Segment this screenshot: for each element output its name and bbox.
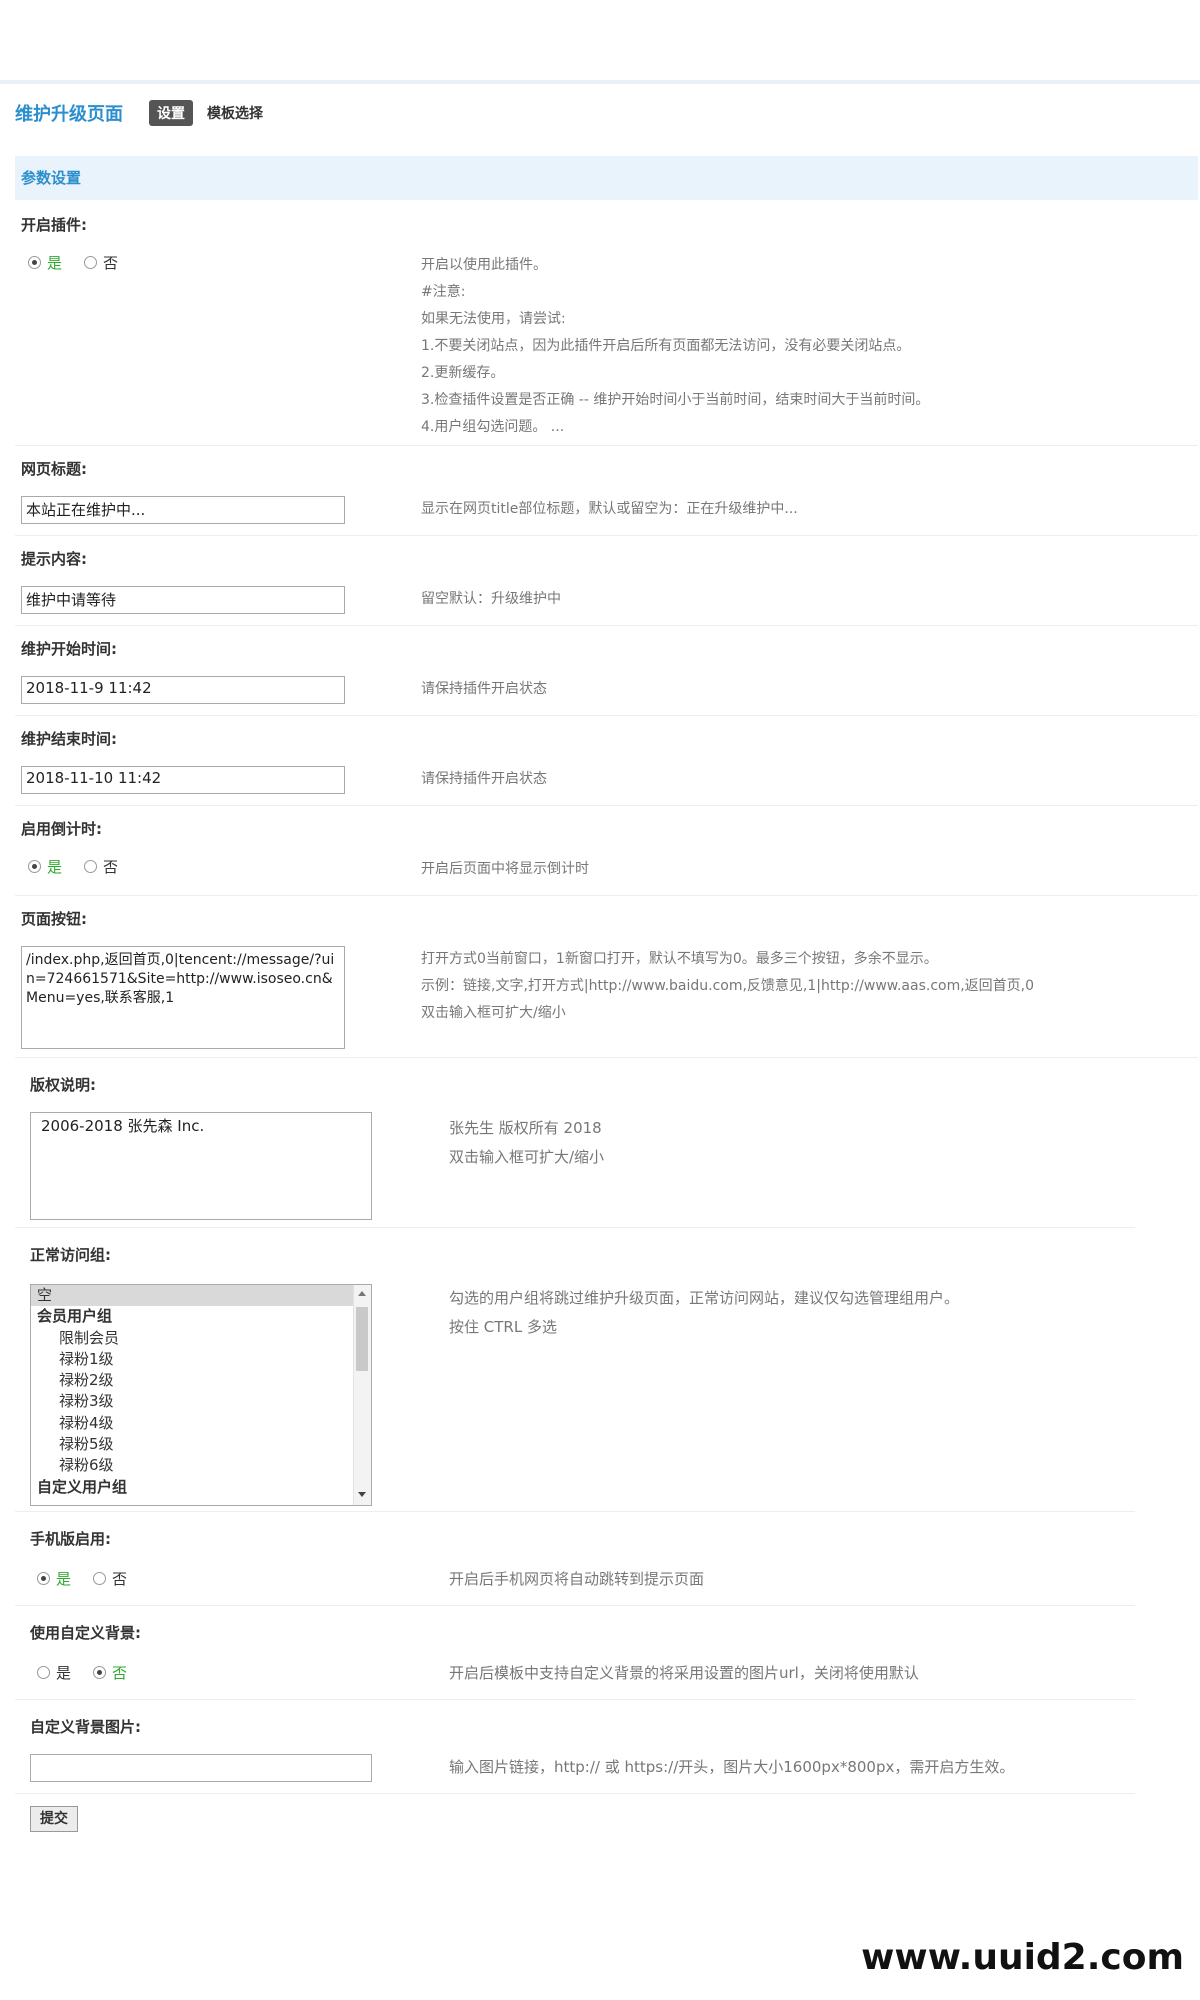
tab-template-select[interactable]: 模板选择 — [207, 103, 263, 123]
start-time-hint: 请保持插件开启状态 — [421, 681, 547, 697]
hint-line: 示例：链接,文字,打开方式|http://www.baidu.com,反馈意见,… — [421, 978, 1035, 994]
countdown-label: 启用倒计时: — [21, 820, 102, 838]
mobile-yes-radio[interactable] — [37, 1572, 50, 1585]
page-title-input[interactable]: 本站正在维护中... — [21, 496, 345, 524]
tip-content-label: 提示内容: — [21, 550, 87, 568]
page-header: 维护升级页面 设置 模板选择 — [15, 98, 263, 128]
page-title-label: 网页标题: — [21, 460, 87, 478]
custom-bg-radios: 是 否 — [37, 1662, 127, 1683]
page-title: 维护升级页面 — [15, 104, 123, 125]
enable-plugin-yes-radio[interactable] — [28, 256, 41, 269]
page-buttons-textarea[interactable]: /index.php,返回首页,0|tencent://message/?uin… — [21, 946, 345, 1049]
enable-plugin-label: 开启插件: — [21, 216, 87, 234]
custom-bg-yes-radio[interactable] — [37, 1666, 50, 1679]
bg-image-input[interactable] — [30, 1754, 372, 1782]
page-title-hint: 显示在网页title部位标题，默认或留空为：正在升级维护中... — [421, 501, 798, 517]
hint-line: 打开方式0当前窗口，1新窗口打开，默认不填写为0。最多三个按钮，多余不显示。 — [421, 951, 938, 967]
page-buttons-label: 页面按钮: — [21, 910, 87, 928]
listbox-option[interactable]: 空 — [31, 1285, 371, 1307]
listbox-option[interactable]: 限制会员 — [31, 1328, 371, 1349]
listbox-option[interactable]: 会员用户组 — [31, 1306, 371, 1327]
enable-plugin-no-label[interactable]: 否 — [103, 252, 118, 273]
custom-bg-no-label[interactable]: 否 — [112, 1662, 127, 1683]
custom-bg-hint: 开启后模板中支持自定义背景的将采用设置的图片url，关闭将使用默认 — [449, 1664, 919, 1682]
hint-line: 3.检查插件设置是否正确 -- 维护开始时间小于当前时间，结束时间大于当前时间。 — [421, 392, 930, 408]
start-time-label: 维护开始时间: — [21, 640, 117, 658]
submit-button[interactable]: 提交 — [30, 1806, 78, 1832]
enable-plugin-hint: 开启以使用此插件。 #注意: 如果无法使用，请尝试: 1.不要关闭站点，因为此插… — [421, 252, 929, 441]
normal-groups-label: 正常访问组: — [30, 1246, 111, 1264]
bg-image-hint: 输入图片链接，http:// 或 https://开头，图片大小1600px*8… — [449, 1758, 1015, 1776]
tip-content-input[interactable]: 维护中请等待 — [21, 586, 345, 614]
copyright-textarea[interactable]: 2006-2018 张先森 Inc. — [30, 1112, 372, 1220]
end-time-input[interactable]: 2018-11-10 11:42 — [21, 766, 345, 794]
mobile-no-label[interactable]: 否 — [112, 1568, 127, 1589]
hint-line: 勾选的用户组将跳过维护升级页面，正常访问网站，建议仅勾选管理组用户。 — [449, 1289, 960, 1307]
page-buttons-hint: 打开方式0当前窗口，1新窗口打开，默认不填写为0。最多三个按钮，多余不显示。 示… — [421, 946, 1034, 1027]
custom-bg-yes-label[interactable]: 是 — [56, 1662, 71, 1683]
normal-groups-listbox[interactable]: 空会员用户组 限制会员 禄粉1级 禄粉2级 禄粉3级 禄粉4级 禄粉5级 禄粉6级 自定义用户组 — [30, 1284, 372, 1506]
mobile-label: 手机版启用: — [30, 1530, 111, 1548]
hint-line: 开启以使用此插件。 — [421, 257, 547, 273]
start-time-input[interactable]: 2018-11-9 11:42 — [21, 676, 345, 704]
mobile-radios: 是 否 — [37, 1568, 149, 1589]
hint-line: 按住 CTRL 多选 — [449, 1318, 557, 1336]
watermark: www.uuid2.com — [861, 1937, 1184, 1978]
scroll-up-arrow-icon[interactable] — [358, 1291, 366, 1296]
listbox-scrollbar[interactable] — [353, 1285, 371, 1505]
countdown-yes-radio[interactable] — [28, 860, 41, 873]
scroll-down-arrow-icon[interactable] — [358, 1492, 366, 1497]
copyright-hint: 张先生 版权所有 2018 双击输入框可扩大/缩小 — [449, 1114, 604, 1172]
enable-plugin-yes-label[interactable]: 是 — [47, 252, 62, 273]
mobile-yes-label[interactable]: 是 — [56, 1568, 71, 1589]
copyright-label: 版权说明: — [30, 1076, 96, 1094]
scroll-thumb[interactable] — [356, 1307, 368, 1371]
countdown-yes-label[interactable]: 是 — [47, 856, 62, 877]
listbox-option[interactable]: 禄粉5级 — [31, 1434, 371, 1455]
normal-groups-hint: 勾选的用户组将跳过维护升级页面，正常访问网站，建议仅勾选管理组用户。 按住 CT… — [449, 1284, 959, 1342]
hint-line: 张先生 版权所有 2018 — [449, 1119, 602, 1137]
tab-settings[interactable]: 设置 — [149, 100, 193, 126]
custom-bg-label: 使用自定义背景: — [30, 1624, 141, 1642]
hint-line: 4.用户组勾选问题。 ... — [421, 419, 565, 435]
listbox-option[interactable]: 禄粉3级 — [31, 1391, 371, 1412]
listbox-option[interactable]: 禄粉2级 — [31, 1370, 371, 1391]
enable-plugin-radios: 是 否 — [28, 252, 140, 273]
listbox-option[interactable]: 禄粉1级 — [31, 1349, 371, 1370]
end-time-label: 维护结束时间: — [21, 730, 117, 748]
listbox-option[interactable]: 禄粉4级 — [31, 1413, 371, 1434]
end-time-hint: 请保持插件开启状态 — [421, 771, 547, 787]
top-divider — [0, 80, 1200, 84]
hint-line: 1.不要关闭站点，因为此插件开启后所有页面都无法访问，没有必要关闭站点。 — [421, 338, 911, 354]
hint-line: 双击输入框可扩大/缩小 — [449, 1148, 605, 1166]
listbox-option[interactable]: 禄粉6级 — [31, 1455, 371, 1476]
countdown-no-label[interactable]: 否 — [103, 856, 118, 877]
row-countdown — [15, 806, 1198, 896]
listbox-option[interactable]: 自定义用户组 — [31, 1477, 371, 1498]
listbox-items: 空会员用户组 限制会员 禄粉1级 禄粉2级 禄粉3级 禄粉4级 禄粉5级 禄粉6级 自定义用户组 — [31, 1285, 371, 1498]
mobile-hint: 开启后手机网页将自动跳转到提示页面 — [449, 1570, 705, 1588]
custom-bg-no-radio[interactable] — [93, 1666, 107, 1679]
countdown-no-radio[interactable] — [84, 860, 98, 873]
mobile-no-radio[interactable] — [93, 1572, 107, 1585]
countdown-hint: 开启后页面中将显示倒计时 — [421, 861, 589, 877]
section-title: 参数设置 — [15, 156, 1198, 200]
hint-line: 2.更新缓存。 — [421, 365, 505, 381]
tip-content-hint: 留空默认：升级维护中 — [421, 591, 561, 607]
hint-line: #注意: — [421, 284, 466, 300]
hint-line: 双击输入框可扩大/缩小 — [421, 1005, 566, 1021]
enable-plugin-no-radio[interactable] — [84, 256, 98, 269]
bg-image-label: 自定义背景图片: — [30, 1718, 141, 1736]
hint-line: 如果无法使用，请尝试: — [421, 311, 566, 327]
countdown-radios: 是 否 — [28, 856, 140, 877]
